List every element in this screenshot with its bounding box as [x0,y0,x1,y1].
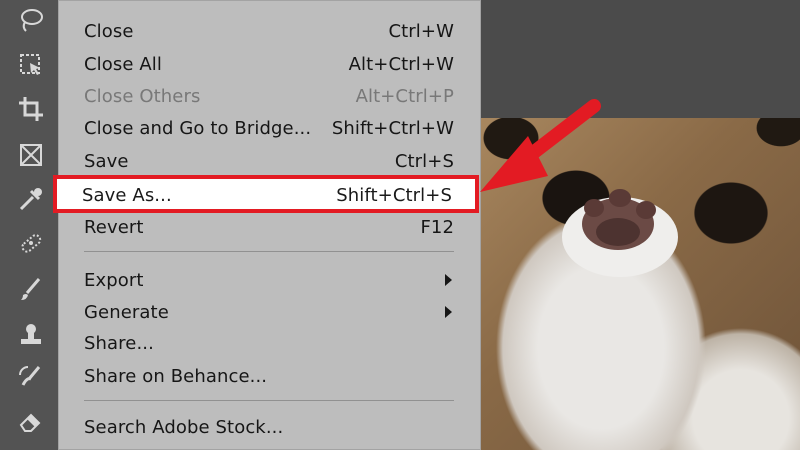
menu-item-save[interactable]: Save Ctrl+S [84,147,454,175]
menu-item-label: Save [84,150,129,172]
menu-item-label: Export [84,269,144,291]
eyedropper-icon[interactable] [14,182,48,216]
lasso-icon[interactable] [14,4,48,38]
history-brush-icon[interactable] [14,360,48,394]
menu-item-label: Close [84,20,134,42]
menu-separator [84,400,454,401]
menu-item-shortcut: Alt+Ctrl+P [355,85,454,107]
crop-icon[interactable] [14,92,48,126]
menu-item-close-all[interactable]: Close All Alt+Ctrl+W [84,50,454,78]
menu-item-shortcut: Shift+Ctrl+S [336,184,452,206]
menu-item-search-adobe-stock[interactable]: Search Adobe Stock... [84,413,454,441]
menu-item-shortcut: F12 [420,216,454,238]
red-arrow-icon [480,99,601,192]
menu-item-shortcut: Ctrl+S [394,150,454,172]
menu-item-label: Close All [84,53,162,75]
brush-icon[interactable] [14,272,48,306]
menu-item-close-others[interactable]: Close Others Alt+Ctrl+P [84,82,454,110]
frame-icon[interactable] [14,138,48,172]
menu-item-shortcut: Alt+Ctrl+W [348,53,454,75]
menu-item-share-on-behance[interactable]: Share on Behance... [84,362,454,390]
submenu-arrow-icon [445,274,452,286]
tools-panel [0,0,62,450]
healing-brush-icon[interactable] [14,226,48,260]
menu-item-label: Search Adobe Stock... [84,416,284,438]
file-menu: Close Ctrl+W Close All Alt+Ctrl+W Close … [58,0,481,450]
menu-item-export[interactable]: Export [84,266,454,294]
menu-item-label: Close Others [84,85,201,107]
menu-item-label: Revert [84,216,144,238]
save-as-highlight: Save As... Shift+Ctrl+S [53,175,479,213]
menu-separator [84,251,454,252]
menu-item-label: Generate [84,301,169,323]
eraser-icon[interactable] [14,404,48,438]
submenu-arrow-icon [445,306,452,318]
menu-item-shortcut: Ctrl+W [388,20,454,42]
menu-item-save-as[interactable]: Save As... Shift+Ctrl+S [82,181,452,209]
menu-item-label: Close and Go to Bridge... [84,117,312,139]
menu-item-close-and-go-to-bridge[interactable]: Close and Go to Bridge... Shift+Ctrl+W [84,114,454,142]
menu-item-label: Share on Behance... [84,365,268,387]
menu-item-shortcut: Shift+Ctrl+W [331,117,454,139]
menu-item-label: Share... [84,332,154,354]
menu-item-label: Save As... [82,184,172,206]
object-selection-icon[interactable] [14,48,48,82]
menu-item-share[interactable]: Share... [84,329,454,357]
clone-stamp-icon[interactable] [14,318,48,352]
menu-item-generate[interactable]: Generate [84,298,454,326]
menu-item-close[interactable]: Close Ctrl+W [84,17,454,45]
menu-item-revert[interactable]: Revert F12 [84,213,454,241]
